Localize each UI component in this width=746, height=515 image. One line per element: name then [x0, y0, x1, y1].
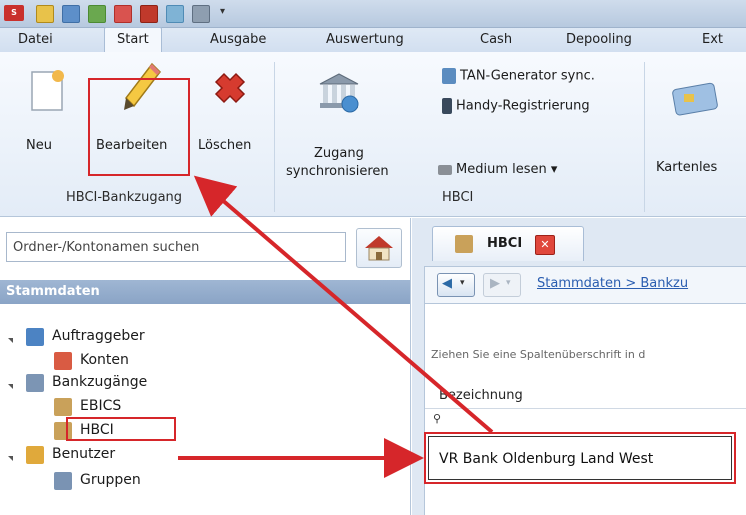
- zugang-label-line1: Zugang: [314, 146, 364, 161]
- tree-item-gruppen[interactable]: Gruppen: [80, 472, 141, 488]
- expand-arrow-icon[interactable]: [8, 338, 13, 343]
- grid-header-divider: [425, 408, 746, 409]
- tan-generator-button[interactable]: TAN-Generator sync.: [442, 68, 595, 84]
- tab-extras[interactable]: Ext: [702, 28, 723, 52]
- tab-cash[interactable]: Cash: [480, 28, 512, 52]
- document-tab-hbci[interactable]: HBCI ✕: [432, 226, 584, 261]
- tan-generator-icon: [442, 68, 456, 84]
- highlight-bearbeiten: [88, 78, 190, 176]
- tan-generator-label: TAN-Generator sync.: [460, 68, 595, 84]
- folder-icon[interactable]: [36, 5, 54, 23]
- ribbon-separator: [274, 62, 275, 212]
- tab-datei[interactable]: Datei: [18, 28, 53, 52]
- hbci-tab-icon: [455, 235, 473, 253]
- bank-sync-icon: [319, 73, 359, 113]
- navigation-toolbar: ◀ ▾ ▶ ▾ Stammdaten > Bankzu: [424, 266, 746, 304]
- filter-row-icon[interactable]: ⚲: [433, 412, 441, 425]
- tree-item-konten[interactable]: Konten: [80, 352, 129, 368]
- kartenleser-button[interactable]: Kartenles: [650, 62, 746, 182]
- card-reader-icon: [438, 164, 452, 175]
- medium-lesen-label: Medium lesen ▾: [456, 162, 558, 177]
- zugang-label-line2: synchronisieren: [286, 164, 389, 179]
- print-icon[interactable]: [114, 5, 132, 23]
- handy-registrierung-label: Handy-Registrierung: [456, 98, 590, 114]
- forward-dropdown-icon: ▾: [506, 278, 511, 288]
- ribbon-tab-row: Datei Start Ausgabe Auswertung Cash Depo…: [0, 27, 746, 52]
- forward-button[interactable]: ▶ ▾: [483, 273, 521, 297]
- handy-registrierung-button[interactable]: Handy-Registrierung: [442, 98, 590, 114]
- kartenleser-label: Kartenles: [656, 160, 718, 175]
- group-label-hbci-bankzugang: HBCI-Bankzugang: [66, 190, 183, 205]
- card-icon: [672, 82, 718, 116]
- users-icon: [26, 446, 44, 464]
- save-icon[interactable]: [62, 5, 80, 23]
- back-dropdown-icon: ▾: [460, 278, 465, 288]
- client-icon: [26, 328, 44, 346]
- folder-account-search-input[interactable]: Ordner-/Kontonamen suchen: [6, 232, 346, 262]
- bank-name-callout: VR Bank Oldenburg Land West: [428, 436, 732, 480]
- tree-item-auftraggeber[interactable]: Auftraggeber: [52, 328, 145, 344]
- neu-button[interactable]: Neu: [12, 62, 82, 172]
- document-tab-label: HBCI: [487, 236, 523, 251]
- close-tab-icon[interactable]: ✕: [535, 235, 555, 255]
- back-button[interactable]: ◀ ▾: [437, 273, 475, 297]
- delete-x-icon: [214, 72, 246, 104]
- groups-icon: [54, 472, 72, 490]
- forward-arrow-icon: ▶: [490, 276, 500, 291]
- loeschen-button[interactable]: Löschen: [192, 62, 268, 172]
- book-icon[interactable]: [140, 5, 158, 23]
- accounts-icon: [54, 352, 72, 370]
- transfer-icon[interactable]: [88, 5, 106, 23]
- medium-lesen-dropdown[interactable]: Medium lesen ▾: [438, 162, 557, 177]
- tree-item-benutzer[interactable]: Benutzer: [52, 446, 115, 462]
- section-header-stammdaten[interactable]: Stammdaten: [0, 280, 410, 304]
- app-logo-icon: S: [4, 5, 24, 21]
- tree-item-ebics[interactable]: EBICS: [80, 398, 121, 414]
- group-label-hbci: HBCI: [442, 190, 474, 205]
- tab-ausgabe[interactable]: Ausgabe: [210, 28, 266, 52]
- tab-start[interactable]: Start: [104, 27, 162, 52]
- tree-item-bankzugaenge[interactable]: Bankzugänge: [52, 374, 147, 390]
- customize-dropdown-icon[interactable]: ▾: [220, 7, 228, 17]
- expand-arrow-icon[interactable]: [8, 456, 13, 461]
- zugang-synchronisieren-button[interactable]: Zugang synchronisieren: [280, 62, 400, 192]
- quick-access-toolbar: S ▾: [0, 0, 746, 28]
- monitor-icon[interactable]: [166, 5, 184, 23]
- expand-arrow-icon[interactable]: [8, 384, 13, 389]
- tab-depooling[interactable]: Depooling: [566, 28, 632, 52]
- home-button[interactable]: [356, 228, 402, 268]
- highlight-hbci-tree: [66, 417, 176, 441]
- breadcrumb[interactable]: Stammdaten > Bankzu: [537, 276, 688, 291]
- navigation-panel: Ordner-/Kontonamen suchen Stammdaten Auf…: [0, 218, 411, 515]
- loeschen-label: Löschen: [198, 138, 252, 153]
- neu-label: Neu: [26, 138, 52, 153]
- ebics-icon: [54, 398, 72, 416]
- mobile-phone-icon: [442, 98, 452, 114]
- export-icon[interactable]: [192, 5, 210, 23]
- new-document-icon: [31, 70, 64, 111]
- home-icon: [365, 236, 393, 261]
- group-by-hint: Ziehen Sie eine Spaltenüberschrift in d: [431, 348, 646, 361]
- tab-auswertung[interactable]: Auswertung: [326, 28, 404, 52]
- ribbon-separator: [644, 62, 645, 212]
- bank-icon: [26, 374, 44, 392]
- column-header-bezeichnung[interactable]: Bezeichnung: [439, 388, 523, 403]
- back-arrow-icon: ◀: [442, 276, 452, 291]
